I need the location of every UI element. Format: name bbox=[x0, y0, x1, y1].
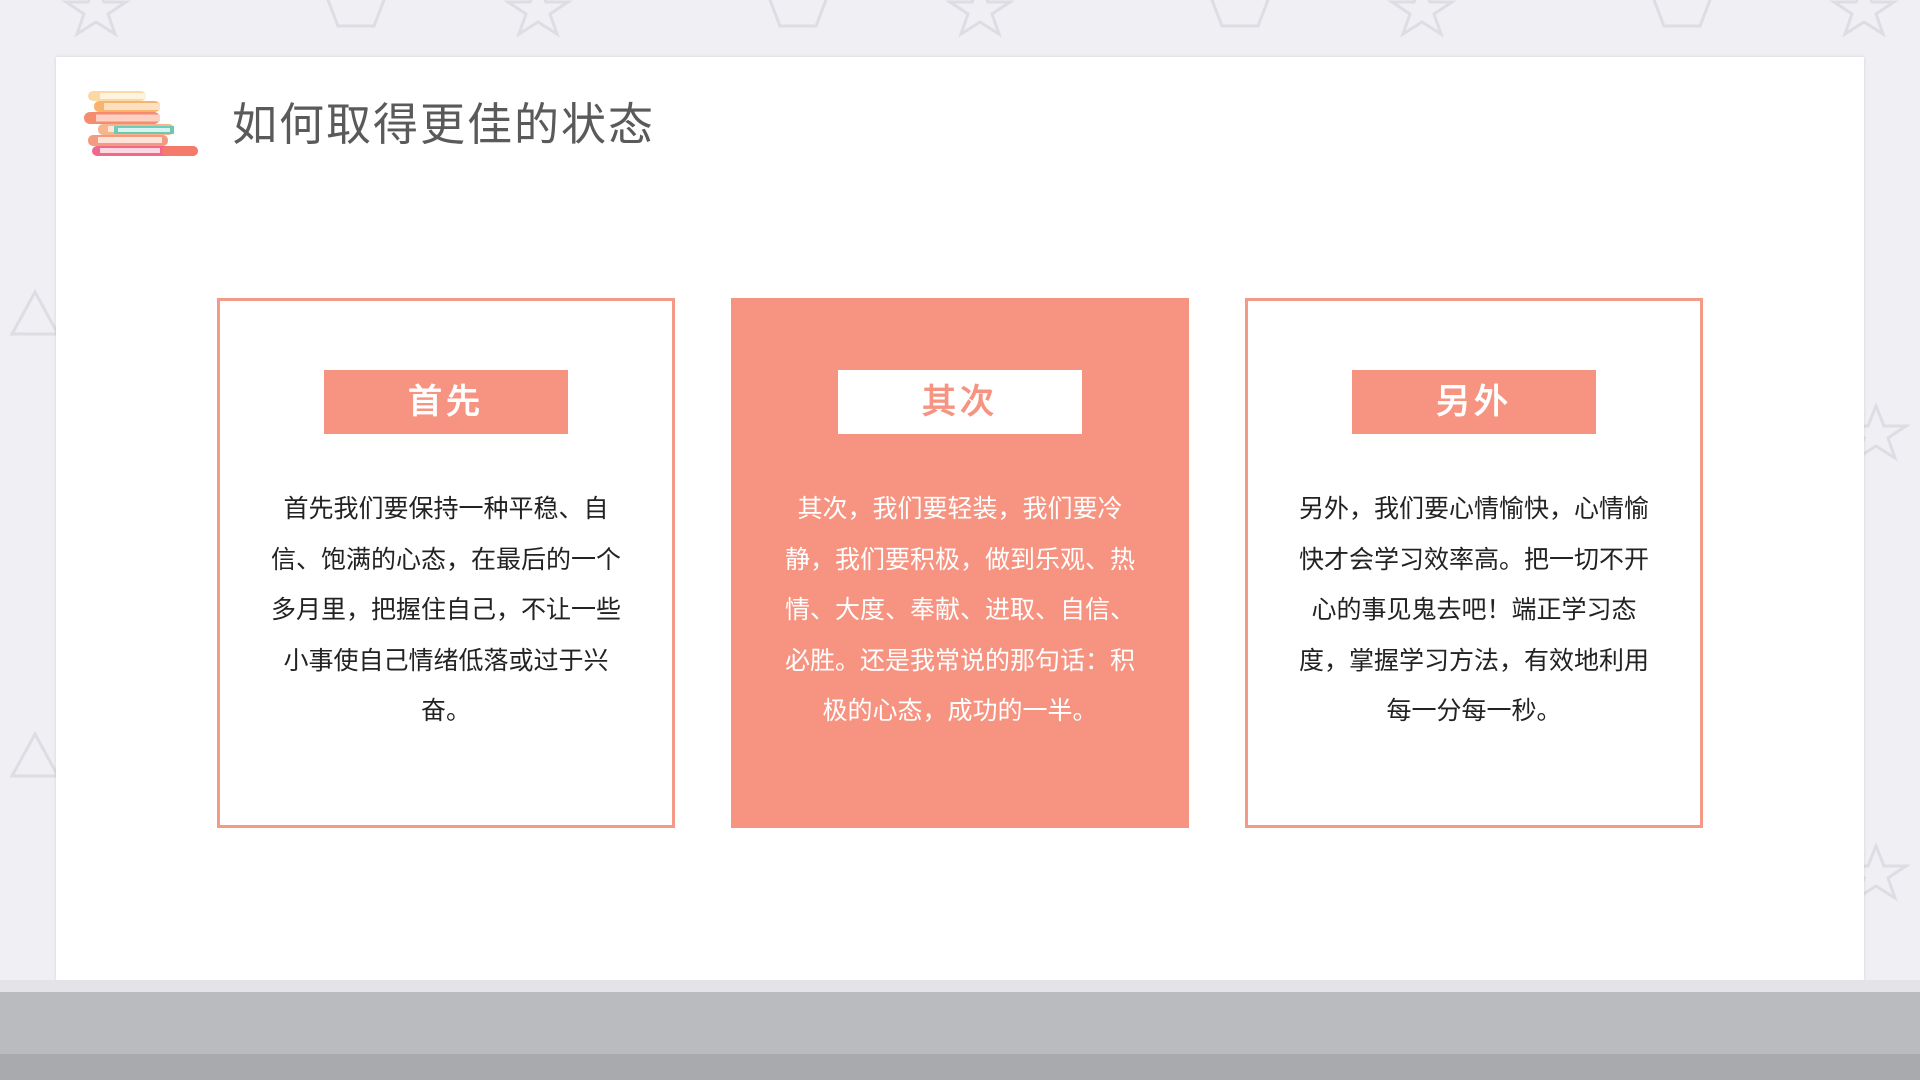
content-box-first: 首先 首先我们要保持一种平稳、自信、饱满的心态，在最后的一个多月里，把握住自己，… bbox=[217, 298, 675, 828]
box-body-text: 其次，我们要轻装，我们要冷静，我们要积极，做到乐观、热情、大度、奉献、进取、自信… bbox=[784, 494, 1135, 725]
box-body-text: 另外，我们要心情愉快，心情愉快才会学习效率高。把一切不开心的事见鬼去吧！端正学习… bbox=[1298, 494, 1649, 725]
base-strip bbox=[0, 980, 1920, 992]
box-label: 其次 bbox=[838, 370, 1082, 434]
books-stack-icon bbox=[84, 91, 198, 156]
content-box-third: 另外 另外，我们要心情愉快，心情愉快才会学习效率高。把一切不开心的事见鬼去吧！端… bbox=[1245, 298, 1703, 828]
content-box-second: 其次 其次，我们要轻装，我们要冷静，我们要积极，做到乐观、热情、大度、奉献、进取… bbox=[731, 298, 1189, 828]
page-title: 如何取得更佳的状态 bbox=[232, 98, 656, 151]
box-label: 另外 bbox=[1352, 370, 1596, 434]
box-body-text: 首先我们要保持一种平稳、自信、饱满的心态，在最后的一个多月里，把握住自己，不让一… bbox=[270, 494, 621, 725]
base-band bbox=[0, 992, 1920, 1054]
box-label: 首先 bbox=[324, 370, 568, 434]
base-band-bottom bbox=[0, 1054, 1920, 1080]
